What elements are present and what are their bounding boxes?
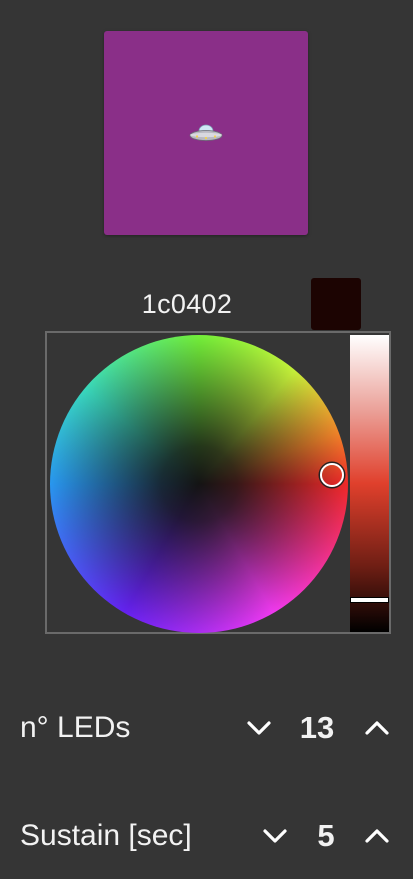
sustain-value: 5 <box>317 818 335 853</box>
sustain-label: Sustain [sec] <box>20 819 192 852</box>
leds-decrement-button[interactable] <box>244 713 274 743</box>
color-swatch <box>311 278 361 330</box>
chevron-down-icon <box>247 721 271 735</box>
sustain-increment-button[interactable] <box>362 821 392 851</box>
ufo-icon <box>189 124 223 141</box>
leds-value: 13 <box>299 710 335 745</box>
leds-control: n° LEDs 13 <box>0 703 413 753</box>
preview-tile[interactable] <box>104 31 308 235</box>
chevron-down-icon <box>263 829 287 843</box>
color-picker <box>45 331 391 634</box>
sustain-control: Sustain [sec] 5 <box>0 811 413 861</box>
leds-increment-button[interactable] <box>362 713 392 743</box>
brightness-slider-handle[interactable] <box>351 598 388 602</box>
sustain-decrement-button[interactable] <box>260 821 290 851</box>
hue-saturation-wheel[interactable] <box>50 335 348 633</box>
hex-color-label: 1c0402 <box>141 289 233 319</box>
leds-label: n° LEDs <box>20 711 131 744</box>
led-settings-panel: 1c0402 n° LEDs 13 Sustain [sec] 5 <box>0 0 413 879</box>
wheel-handle[interactable] <box>320 463 344 487</box>
brightness-slider[interactable] <box>350 335 389 632</box>
chevron-up-icon <box>365 829 389 843</box>
chevron-up-icon <box>365 721 389 735</box>
